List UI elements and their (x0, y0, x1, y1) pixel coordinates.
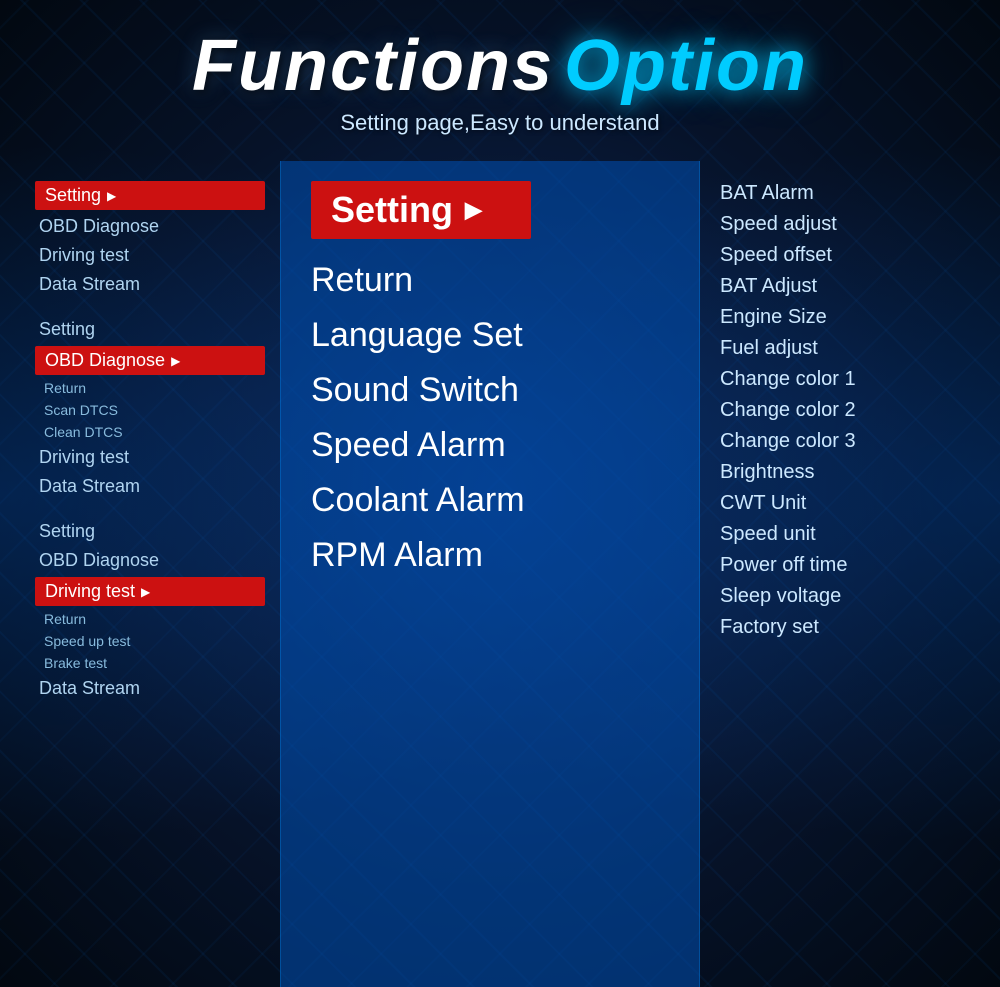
center-panel: Setting Return Language Set Sound Switch… (280, 161, 700, 987)
right-speed-adjust[interactable]: Speed adjust (720, 212, 960, 237)
left-obd-diagnose-1[interactable]: OBD Diagnose (35, 214, 265, 239)
subtitle: Setting page,Easy to understand (192, 110, 808, 136)
right-cwt-unit[interactable]: CWT Unit (720, 491, 960, 516)
center-return[interactable]: Return (311, 257, 669, 304)
title-functions: Functions (192, 26, 554, 106)
right-bat-adjust[interactable]: BAT Adjust (720, 274, 960, 299)
center-sound-switch[interactable]: Sound Switch (311, 367, 669, 414)
left-driving-test-1[interactable]: Driving test (35, 243, 265, 268)
panels-container: Setting OBD Diagnose Driving test Data S… (0, 161, 1000, 987)
spacer-1 (35, 301, 265, 313)
left-data-stream-1[interactable]: Data Stream (35, 272, 265, 297)
left-scan-dtcs[interactable]: Scan DTCS (40, 401, 265, 419)
left-obd-diagnose-2-active[interactable]: OBD Diagnose (35, 346, 265, 375)
right-speed-unit[interactable]: Speed unit (720, 522, 960, 547)
spacer-2 (35, 503, 265, 515)
right-power-off-time[interactable]: Power off time (720, 553, 960, 578)
right-engine-size[interactable]: Engine Size (720, 305, 960, 330)
center-language-set[interactable]: Language Set (311, 312, 669, 359)
left-setting-1-active[interactable]: Setting (35, 181, 265, 210)
left-brake-test[interactable]: Brake test (40, 654, 265, 672)
left-obd-diagnose-3[interactable]: OBD Diagnose (35, 548, 265, 573)
left-return-3[interactable]: Return (40, 610, 265, 628)
center-coolant-alarm[interactable]: Coolant Alarm (311, 477, 669, 524)
left-clean-dtcs[interactable]: Clean DTCS (40, 423, 265, 441)
title-option: Option (564, 26, 808, 106)
center-rpm-alarm[interactable]: RPM Alarm (311, 532, 669, 579)
left-driving-test-2[interactable]: Driving test (35, 445, 265, 470)
page-title: FunctionsOption (192, 30, 808, 102)
center-title[interactable]: Setting (311, 181, 531, 239)
left-data-stream-3[interactable]: Data Stream (35, 676, 265, 701)
left-panel: Setting OBD Diagnose Driving test Data S… (20, 161, 280, 987)
header: FunctionsOption Setting page,Easy to und… (192, 0, 808, 151)
left-return-2[interactable]: Return (40, 379, 265, 397)
left-driving-test-3-active[interactable]: Driving test (35, 577, 265, 606)
right-change-color-1[interactable]: Change color 1 (720, 367, 960, 392)
right-bat-alarm[interactable]: BAT Alarm (720, 181, 960, 206)
right-fuel-adjust[interactable]: Fuel adjust (720, 336, 960, 361)
right-factory-set[interactable]: Factory set (720, 615, 960, 640)
right-panel: BAT Alarm Speed adjust Speed offset BAT … (700, 161, 980, 987)
left-speed-up-test[interactable]: Speed up test (40, 632, 265, 650)
right-brightness[interactable]: Brightness (720, 460, 960, 485)
left-data-stream-2[interactable]: Data Stream (35, 474, 265, 499)
left-setting-3[interactable]: Setting (35, 519, 265, 544)
center-speed-alarm[interactable]: Speed Alarm (311, 422, 669, 469)
right-sleep-voltage[interactable]: Sleep voltage (720, 584, 960, 609)
left-setting-2[interactable]: Setting (35, 317, 265, 342)
right-speed-offset[interactable]: Speed offset (720, 243, 960, 268)
right-change-color-2[interactable]: Change color 2 (720, 398, 960, 423)
right-change-color-3[interactable]: Change color 3 (720, 429, 960, 454)
